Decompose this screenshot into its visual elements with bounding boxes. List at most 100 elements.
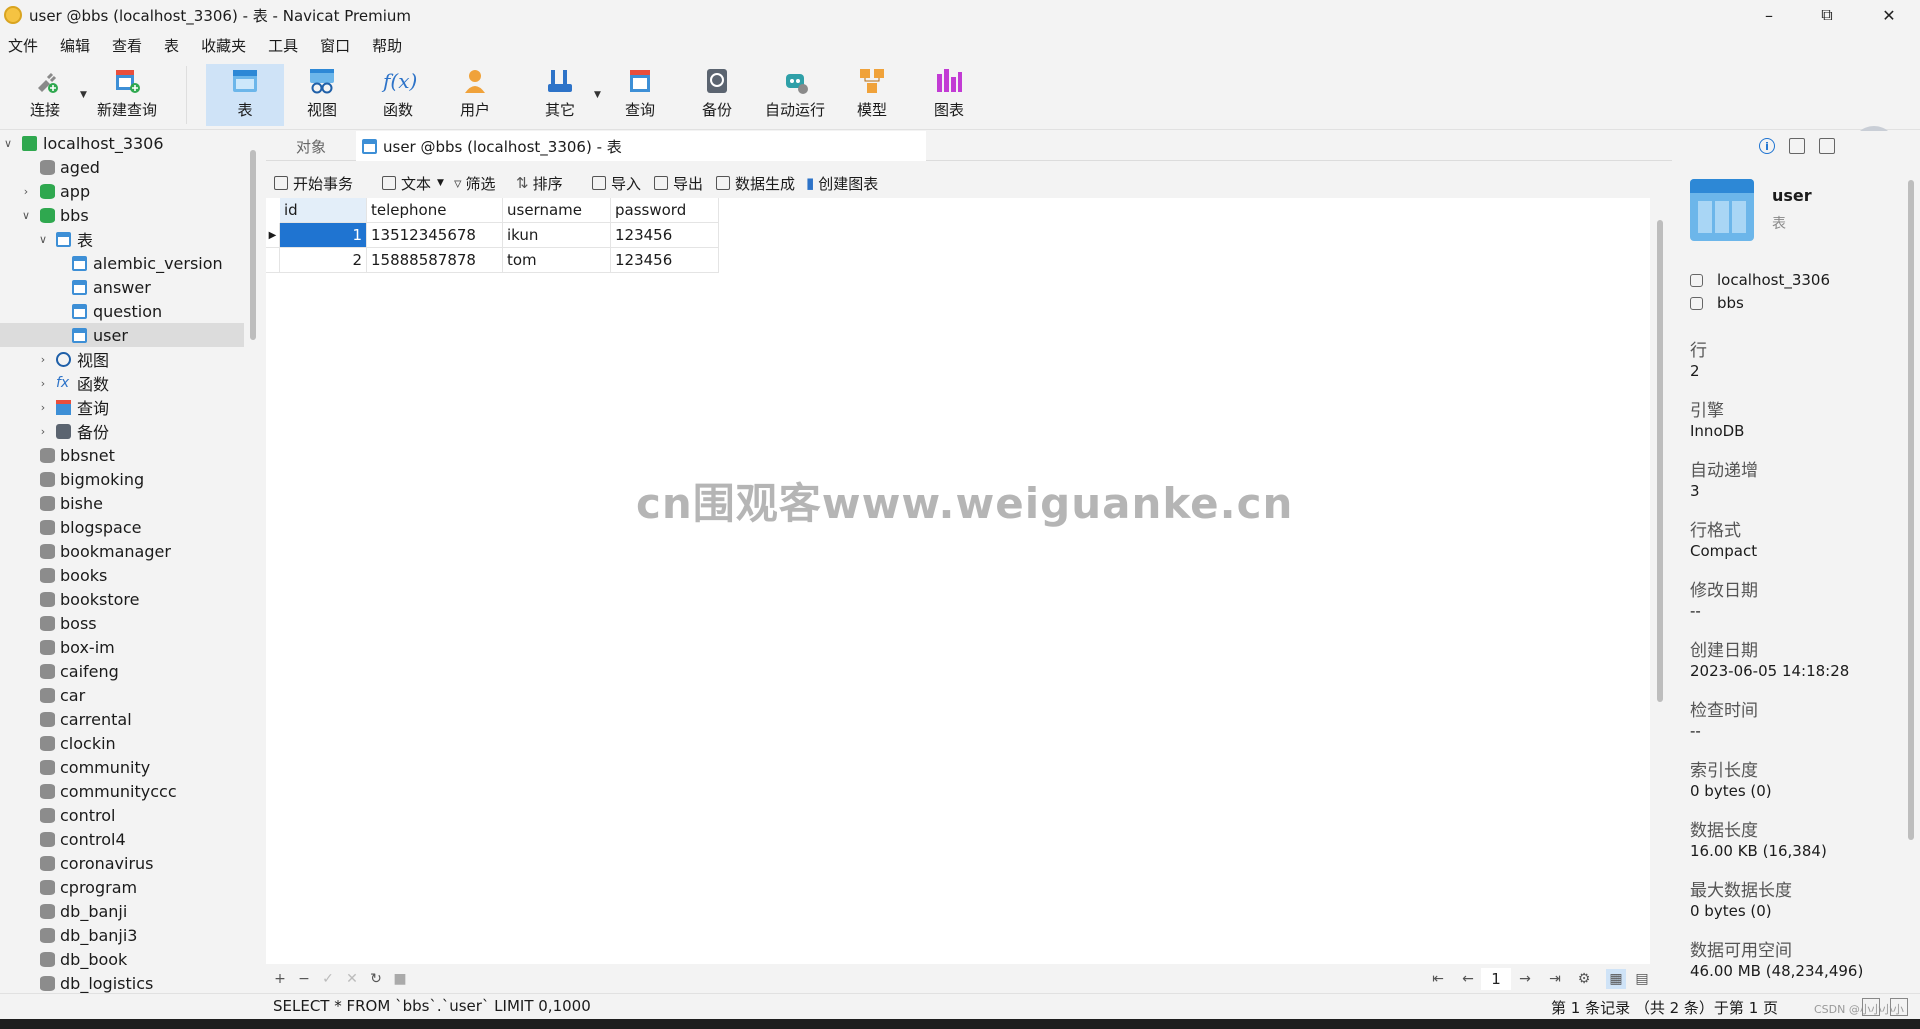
tree-db-bbs[interactable]: ∨ bbs bbox=[0, 203, 244, 227]
tree-db-item[interactable]: control4 bbox=[0, 827, 244, 851]
tree-db-item[interactable]: caifeng bbox=[0, 659, 244, 683]
menu-file[interactable]: 文件 bbox=[0, 35, 52, 56]
column-header-id[interactable]: id bbox=[280, 198, 367, 223]
other-dropdown-icon[interactable]: ▼ bbox=[594, 90, 601, 100]
tree-db-item[interactable]: clockin bbox=[0, 731, 244, 755]
apply-changes-button[interactable]: ✓ bbox=[318, 969, 338, 989]
tree-db-item[interactable]: boss bbox=[0, 611, 244, 635]
tree-db-item[interactable]: db_book bbox=[0, 947, 244, 971]
tab-user-table[interactable]: user @bbs (localhost_3306) - 表 bbox=[356, 131, 926, 161]
auto-run-button[interactable]: 自动运行 bbox=[760, 64, 830, 126]
connect-dropdown-icon[interactable]: ▼ bbox=[80, 90, 87, 100]
table-cell[interactable]: tom bbox=[503, 248, 611, 273]
grid-view-button[interactable]: ▦ bbox=[1606, 969, 1626, 989]
chevron-right-icon[interactable]: › bbox=[37, 377, 49, 390]
column-header-username[interactable]: username bbox=[503, 198, 611, 223]
data-generation-button[interactable]: 数据生成 bbox=[716, 173, 795, 194]
refresh-icon[interactable]: ↻ bbox=[366, 969, 386, 989]
tab-objects[interactable]: 对象 bbox=[266, 131, 356, 161]
export-button[interactable]: 导出 bbox=[654, 173, 703, 194]
tree-db-item[interactable]: cprogram bbox=[0, 875, 244, 899]
begin-transaction-button[interactable]: 开始事务 bbox=[274, 173, 353, 194]
menu-tools[interactable]: 工具 bbox=[260, 35, 312, 56]
discard-changes-button[interactable]: ✕ bbox=[342, 969, 362, 989]
new-query-button[interactable]: 新建查询 bbox=[92, 64, 162, 126]
grid-scrollbar[interactable] bbox=[1657, 220, 1663, 702]
tree-db-item[interactable]: communityccc bbox=[0, 779, 244, 803]
last-page-button[interactable]: ⇥ bbox=[1545, 969, 1565, 989]
table-cell[interactable]: 123456 bbox=[611, 248, 719, 273]
stop-icon[interactable]: ■ bbox=[390, 969, 410, 989]
menu-view[interactable]: 查看 bbox=[104, 35, 156, 56]
tree-db-item[interactable]: car bbox=[0, 683, 244, 707]
tree-scrollbar[interactable] bbox=[250, 150, 256, 340]
backup-button[interactable]: 备份 bbox=[688, 64, 746, 126]
connect-button[interactable]: 连接 bbox=[18, 64, 72, 126]
page-number-input[interactable]: 1 bbox=[1481, 968, 1511, 990]
row-indicator-icon[interactable]: ▶ bbox=[266, 223, 280, 248]
table-cell[interactable]: 123456 bbox=[611, 223, 719, 248]
tree-db-item[interactable]: bishe bbox=[0, 491, 244, 515]
tree-db-item[interactable]: books bbox=[0, 563, 244, 587]
chevron-down-icon[interactable]: ▼ bbox=[437, 178, 444, 188]
sort-button[interactable]: ⇅ 排序 bbox=[516, 173, 563, 194]
tree-db-item[interactable]: db_logistics bbox=[0, 971, 244, 995]
tree-db-app[interactable]: › app bbox=[0, 179, 244, 203]
tree-db-item[interactable]: bookmanager bbox=[0, 539, 244, 563]
tree-db-item[interactable]: control bbox=[0, 803, 244, 827]
chevron-right-icon[interactable]: › bbox=[37, 425, 49, 438]
tree-db-item[interactable]: community bbox=[0, 755, 244, 779]
tree-table-answer[interactable]: answer bbox=[0, 275, 244, 299]
chevron-down-icon[interactable]: ∨ bbox=[20, 209, 32, 222]
function-button[interactable]: f(x) 函数 bbox=[368, 64, 428, 126]
tree-db-item[interactable]: blogspace bbox=[0, 515, 244, 539]
tree-group-backups[interactable]: › 备份 bbox=[0, 419, 244, 443]
tree-db-item[interactable]: coronavirus bbox=[0, 851, 244, 875]
import-button[interactable]: 导入 bbox=[592, 173, 641, 194]
tree-db-item[interactable]: db_banji3 bbox=[0, 923, 244, 947]
first-page-button[interactable]: ⇤ bbox=[1428, 969, 1448, 989]
gear-icon[interactable]: ⚙ bbox=[1574, 969, 1594, 989]
create-chart-button[interactable]: ▮ 创建图表 bbox=[806, 173, 878, 194]
tree-db-item[interactable]: bbsnet bbox=[0, 443, 244, 467]
panel-toggle-right-icon[interactable] bbox=[1890, 998, 1908, 1016]
data-grid-area[interactable]: id telephone username password ▶ 1 13512… bbox=[266, 198, 1650, 964]
model-button[interactable]: 模型 bbox=[843, 64, 901, 126]
tree-group-tables[interactable]: ∨ 表 bbox=[0, 227, 244, 251]
tree-db-item[interactable]: db_banji bbox=[0, 899, 244, 923]
text-button[interactable]: 文本 ▼ bbox=[382, 173, 444, 194]
tree-table-alembic-version[interactable]: alembic_version bbox=[0, 251, 244, 275]
tree-db-item[interactable]: bigmoking bbox=[0, 467, 244, 491]
delete-record-button[interactable]: − bbox=[294, 969, 314, 989]
table-cell[interactable]: ikun bbox=[503, 223, 611, 248]
column-header-password[interactable]: password bbox=[611, 198, 719, 223]
close-button[interactable]: ✕ bbox=[1860, 0, 1918, 30]
tree-db-item[interactable]: bookstore bbox=[0, 587, 244, 611]
layout-icon[interactable] bbox=[1819, 138, 1835, 154]
minimize-button[interactable]: – bbox=[1740, 0, 1798, 30]
menu-table[interactable]: 表 bbox=[156, 35, 193, 56]
view-button[interactable]: 视图 bbox=[292, 64, 352, 126]
info-panel-scrollbar[interactable] bbox=[1908, 180, 1914, 840]
tree-db-item[interactable]: box-im bbox=[0, 635, 244, 659]
menu-help[interactable]: 帮助 bbox=[364, 35, 416, 56]
row-header[interactable] bbox=[266, 248, 280, 273]
add-record-button[interactable]: + bbox=[270, 969, 290, 989]
table-cell[interactable]: 13512345678 bbox=[367, 223, 503, 248]
chevron-right-icon[interactable]: › bbox=[37, 353, 49, 366]
chevron-down-icon[interactable]: ∨ bbox=[37, 233, 49, 246]
tree-db-aged[interactable]: aged bbox=[0, 155, 244, 179]
chevron-right-icon[interactable]: › bbox=[37, 401, 49, 414]
chevron-right-icon[interactable]: › bbox=[20, 185, 32, 198]
tree-connection[interactable]: ∨ localhost_3306 bbox=[0, 131, 244, 155]
menu-favorites[interactable]: 收藏夹 bbox=[193, 35, 260, 56]
table-button[interactable]: 表 bbox=[206, 64, 284, 126]
tree-table-user[interactable]: user bbox=[0, 323, 244, 347]
tree-group-queries[interactable]: › 查询 bbox=[0, 395, 244, 419]
other-button[interactable]: 其它 bbox=[530, 64, 590, 126]
panel-toggle-left-icon[interactable] bbox=[1862, 998, 1880, 1016]
tree-db-item[interactable]: carrental bbox=[0, 707, 244, 731]
table-cell[interactable]: 2 bbox=[280, 248, 367, 273]
form-view-button[interactable]: ▤ bbox=[1632, 969, 1652, 989]
filter-button[interactable]: ▿ 筛选 bbox=[454, 173, 496, 194]
